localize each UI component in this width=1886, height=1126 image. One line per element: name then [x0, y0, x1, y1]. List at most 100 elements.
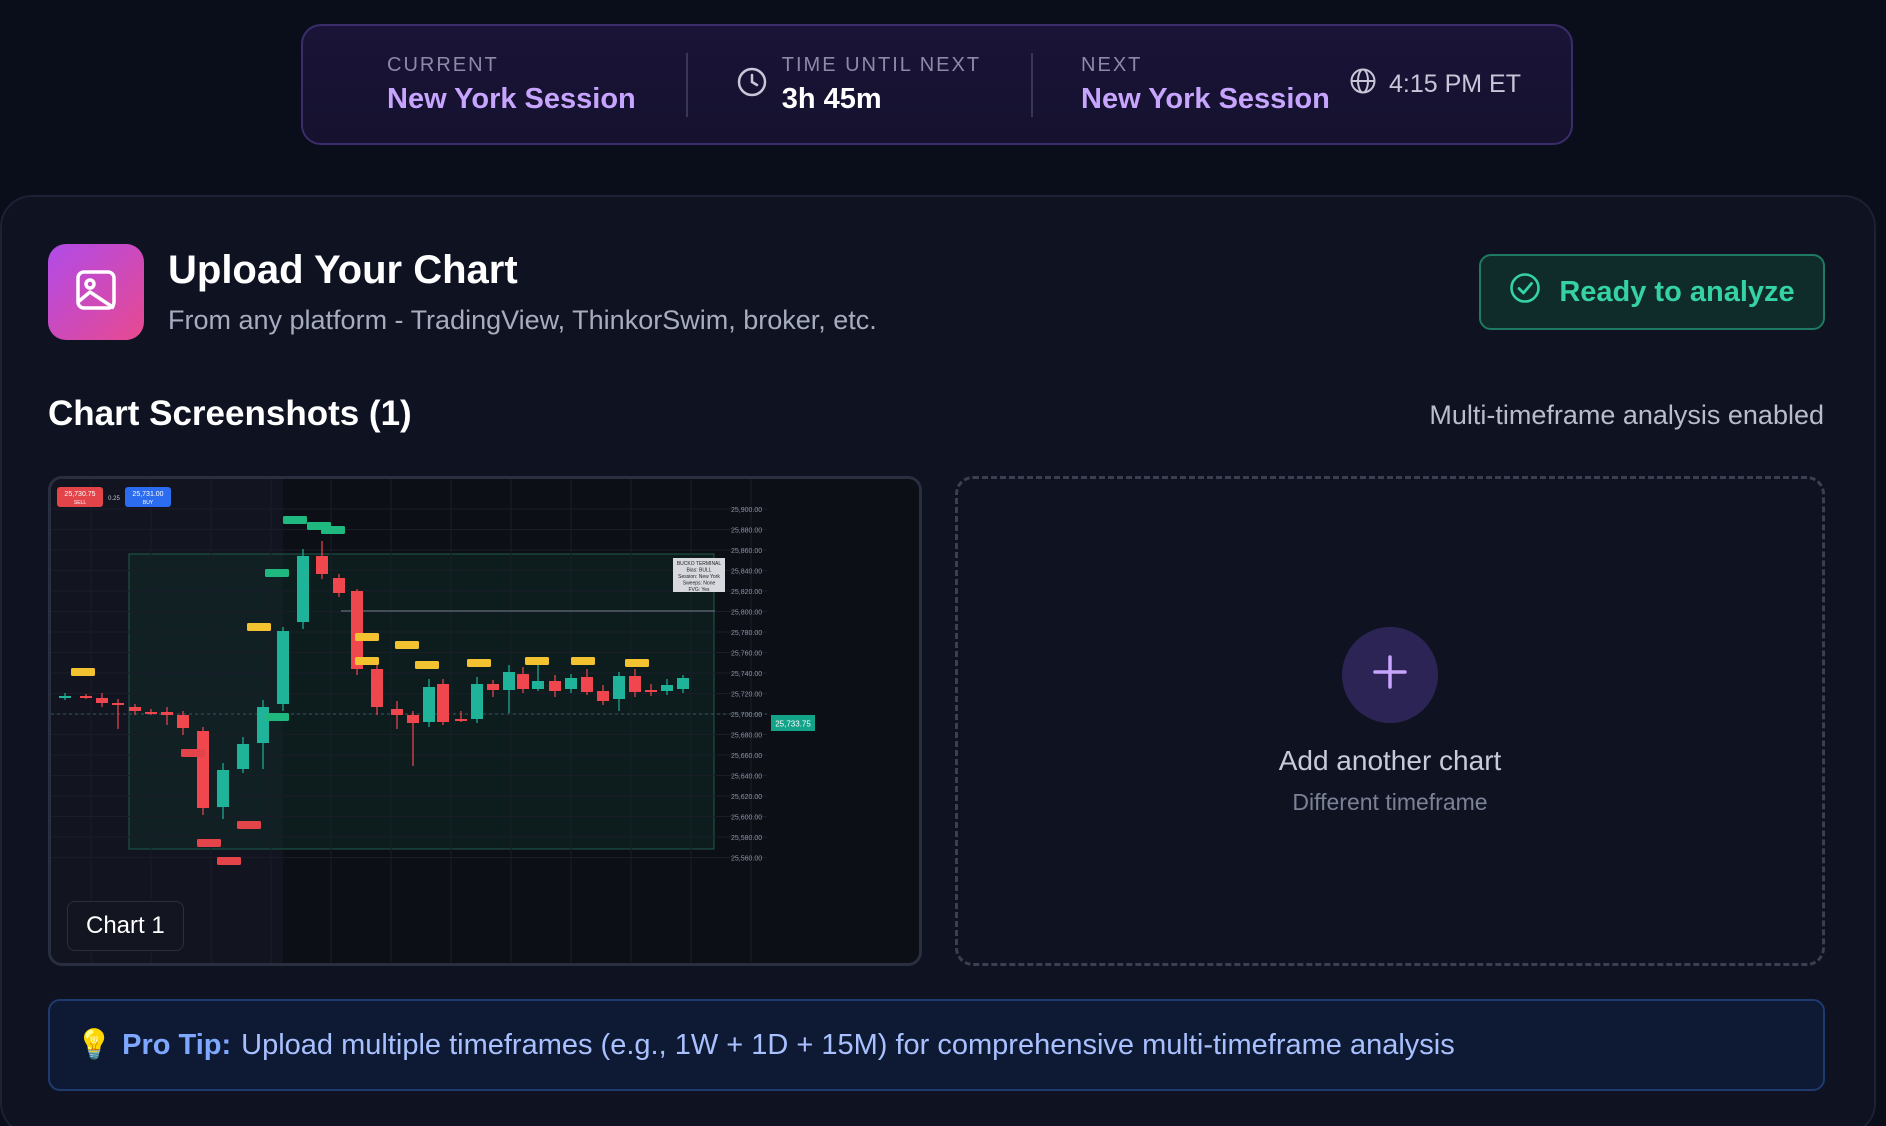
candle-body — [581, 677, 593, 692]
signal-tag — [197, 839, 221, 847]
candle-body — [437, 684, 449, 722]
ready-to-analyze-button[interactable]: Ready to analyze — [1479, 254, 1825, 330]
signal-tag — [395, 641, 419, 649]
info-box-line: Bias: BULL — [686, 568, 711, 574]
candle-body — [217, 770, 229, 807]
add-chart-button[interactable] — [1342, 626, 1438, 723]
candle-body — [645, 690, 657, 692]
next-session-label: NEXT — [1081, 53, 1143, 76]
lightbulb-icon: 💡 — [76, 1029, 113, 1061]
price-tick: 25,760.00 — [731, 651, 762, 658]
signal-tag — [237, 821, 261, 829]
signal-tag — [71, 668, 95, 676]
signal-tag — [355, 633, 379, 641]
time-until-next: TIME UNTIL NEXT 3h 45m — [736, 54, 981, 116]
signal-tag — [247, 623, 271, 631]
next-session-value: New York Session — [1081, 82, 1330, 115]
candle-body — [177, 715, 189, 728]
price-tick: 25,820.00 — [731, 589, 762, 596]
price-tick: 25,740.00 — [731, 671, 762, 678]
signal-tag — [181, 749, 205, 757]
add-chart-subtitle: Different timeframe — [1292, 788, 1488, 815]
candle-body — [197, 731, 209, 808]
candle-body — [391, 709, 403, 715]
candle-body — [677, 678, 689, 689]
sell-label: SELL — [74, 500, 86, 506]
current-time-text: 4:15 PM ET — [1389, 70, 1521, 98]
buy-label: BUY — [143, 500, 154, 506]
signal-tag — [265, 569, 289, 577]
candle-body — [59, 696, 71, 698]
price-tick: 25,880.00 — [731, 528, 762, 535]
image-icon — [74, 268, 118, 317]
session-divider — [685, 52, 688, 117]
current-time: 4:15 PM ET — [1349, 67, 1521, 102]
price-tick: 25,600.00 — [731, 815, 762, 822]
candle-body — [532, 681, 544, 689]
current-session-label: CURRENT — [387, 53, 499, 76]
chart-label: Chart 1 — [67, 901, 184, 951]
add-chart-title: Add another chart — [1278, 744, 1502, 776]
current-price-text: 25,733.75 — [775, 720, 811, 729]
chart-screenshots-title: Chart Screenshots (1) — [48, 394, 412, 433]
signal-tag — [217, 857, 241, 865]
price-tick: 25,560.00 — [731, 856, 762, 863]
price-tick: 25,720.00 — [731, 692, 762, 699]
candle-body — [371, 669, 383, 707]
info-box-line: Sweeps: None — [683, 581, 716, 587]
candle-body — [597, 691, 609, 701]
candle-body — [517, 674, 529, 689]
add-chart-dropzone[interactable]: Add another chart Different timeframe — [955, 476, 1825, 966]
candle-body — [549, 681, 561, 691]
time-until-next-label: TIME UNTIL NEXT — [781, 53, 982, 76]
sell-price: 25,730.75 — [64, 491, 95, 498]
candle-body — [503, 672, 515, 690]
pro-tip-banner: 💡 Pro Tip: Upload multiple timeframes (e… — [48, 999, 1825, 1091]
candle-body — [237, 744, 249, 769]
price-tick: 25,800.00 — [731, 610, 762, 617]
clock-icon — [736, 66, 768, 103]
price-tick: 25,700.00 — [731, 712, 762, 719]
candle-body — [257, 707, 269, 743]
signal-tag — [283, 516, 307, 524]
price-tick: 25,900.00 — [731, 507, 762, 514]
signal-tag — [467, 659, 491, 667]
session-bar: CURRENT New York Session TIME UNTIL NEXT… — [301, 24, 1573, 145]
candle-body — [297, 556, 309, 622]
info-box-line: Session: New York — [678, 574, 720, 580]
pro-tip-text: Upload multiple timeframes (e.g., 1W + 1… — [241, 1028, 1455, 1061]
price-tick: 25,660.00 — [731, 753, 762, 760]
time-until-next-value: 3h 45m — [781, 82, 882, 115]
pro-tip-label: Pro Tip: — [122, 1028, 232, 1061]
ready-to-analyze-label: Ready to analyze — [1559, 275, 1795, 308]
spread-value: 0.25 — [108, 496, 120, 502]
price-tick: 25,580.00 — [731, 835, 762, 842]
buy-price: 25,731.00 — [132, 491, 163, 498]
price-tick: 25,640.00 — [731, 774, 762, 781]
info-box-line: BUCKO TERMINAL — [677, 561, 722, 567]
check-circle-icon — [1509, 272, 1541, 312]
signal-tag — [415, 661, 439, 669]
candle-body — [661, 685, 673, 691]
signal-tag — [355, 657, 379, 665]
upload-title: Upload Your Chart — [168, 248, 518, 292]
current-session-value: New York Session — [387, 82, 636, 115]
candle-body — [629, 676, 641, 692]
price-tick: 25,860.00 — [731, 548, 762, 555]
upload-icon-box — [48, 244, 144, 340]
current-session: CURRENT New York Session — [387, 54, 636, 116]
chart-screenshot-image: 25,900.00 25,880.00 25,860.00 25,840.00 25,8… — [51, 479, 919, 963]
session-divider — [1031, 52, 1034, 117]
chart-thumbnail[interactable]: 25,900.00 25,880.00 25,860.00 25,840.00 25,8… — [48, 476, 922, 966]
price-tick: 25,620.00 — [731, 794, 762, 801]
candle-body — [316, 556, 328, 574]
upload-subtitle: From any platform - TradingView, Thinkor… — [168, 305, 877, 335]
price-tick: 25,840.00 — [731, 569, 762, 576]
signal-tag — [321, 526, 345, 534]
signal-tag — [525, 657, 549, 665]
candle-body — [565, 678, 577, 689]
candle-body — [423, 687, 435, 722]
price-tick: 25,680.00 — [731, 733, 762, 740]
candle-body — [333, 578, 345, 593]
multi-timeframe-note: Multi-timeframe analysis enabled — [1429, 400, 1824, 430]
